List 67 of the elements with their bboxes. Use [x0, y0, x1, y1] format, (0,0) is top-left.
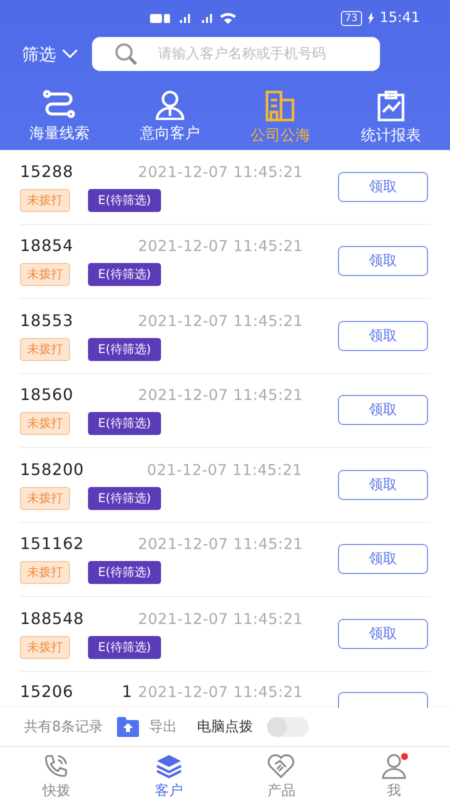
pc-dial-label: 电脑点拨 — [196, 718, 253, 736]
record-time: 2021-12-07 11:45:21 — [138, 237, 304, 256]
chart-icon — [376, 90, 406, 122]
nav-tab[interactable]: 客户 — [112, 747, 225, 800]
record-time: 2021-12-07 11:45:21 — [138, 682, 304, 700]
chevron-down-icon — [62, 49, 78, 59]
claim-button[interactable]: 领取 — [338, 618, 428, 649]
call-status-tag: 未拨打 — [20, 188, 70, 212]
route-icon — [42, 90, 76, 120]
record-time: 2021-12-07 11:45:21 — [138, 162, 304, 181]
layers-icon — [154, 753, 183, 779]
claim-button[interactable]: 领取 — [338, 470, 428, 500]
user-icon — [380, 753, 407, 779]
claim-button[interactable]: 领取 — [338, 172, 428, 202]
category-tab[interactable]: 意向客户 — [114, 90, 225, 145]
grade-tag: E(待筛选) — [88, 561, 161, 584]
phone-digit: 1 — [122, 682, 133, 700]
record-time: 2021-12-07 11:45:21 — [138, 535, 304, 554]
search-field[interactable]: 请输入客户名称或手机号码 — [156, 45, 380, 63]
phone-number: 151162 — [20, 534, 84, 554]
claim-button[interactable]: 领取 — [338, 544, 428, 574]
nav-tab[interactable]: 快拨 — [0, 747, 112, 800]
phone-number: 158200 — [20, 460, 84, 479]
search-box[interactable]: 请输入客户名称或手机号码 — [92, 37, 380, 71]
charging-icon — [368, 12, 374, 24]
claim-button[interactable]: 领取 — [338, 395, 428, 426]
call-status-tag: 未拨打 — [20, 412, 70, 436]
handshake-heart-icon — [267, 753, 296, 779]
category-tab[interactable]: 公司公海 — [225, 90, 336, 145]
record-count: 共有8条记录 — [24, 718, 103, 736]
phone-number: 15206 — [20, 682, 74, 700]
toggle-switch[interactable] — [266, 717, 309, 737]
call-status-tag: 未拨打 — [20, 561, 70, 584]
grade-tag: E(待筛选) — [88, 486, 161, 510]
claim-button[interactable]: 领取 — [338, 320, 428, 351]
phone-number: 18553 — [20, 310, 74, 330]
phone-number: 188548 — [20, 608, 84, 628]
export-button[interactable]: 导出 — [116, 717, 177, 737]
call-status-tag: 未拨打 — [20, 338, 70, 361]
grade-tag: E(待筛选) — [88, 338, 161, 361]
building-icon — [264, 90, 296, 122]
clock-time: 15:41 — [380, 10, 420, 26]
phone-number: 15288 — [20, 162, 74, 181]
phone-number: 18560 — [20, 385, 74, 404]
battery-level: 73 — [340, 10, 362, 26]
grade-tag: E(待筛选) — [88, 412, 161, 436]
grade-tag: E(待筛选) — [88, 188, 161, 212]
grade-tag: E(待筛选) — [88, 636, 161, 659]
person-icon — [154, 90, 186, 120]
filter-dropdown[interactable]: 筛选 — [22, 42, 78, 66]
record-time: 2021-12-07 11:45:21 — [138, 386, 304, 404]
phone-icon — [43, 753, 70, 779]
phone-number: 18854 — [20, 236, 74, 256]
upload-folder-icon — [116, 717, 139, 737]
nav-tab[interactable]: 产品 — [225, 747, 338, 800]
call-status-tag: 未拨打 — [20, 486, 70, 510]
record-time: 2021-12-07 11:45:21 — [138, 610, 304, 628]
search-icon — [114, 42, 138, 66]
nav-tab[interactable]: 我 — [338, 747, 450, 800]
claim-button[interactable]: 领取 — [338, 246, 428, 276]
grade-tag: E(待筛选) — [88, 263, 161, 286]
call-status-tag: 未拨打 — [20, 636, 70, 659]
record-time: 021-12-07 11:45:21 — [146, 460, 302, 479]
call-status-tag: 未拨打 — [20, 263, 70, 286]
category-tab[interactable]: 统计报表 — [336, 90, 446, 145]
record-time: 2021-12-07 11:45:21 — [138, 312, 304, 330]
category-tab[interactable]: 海量线索 — [4, 90, 114, 145]
